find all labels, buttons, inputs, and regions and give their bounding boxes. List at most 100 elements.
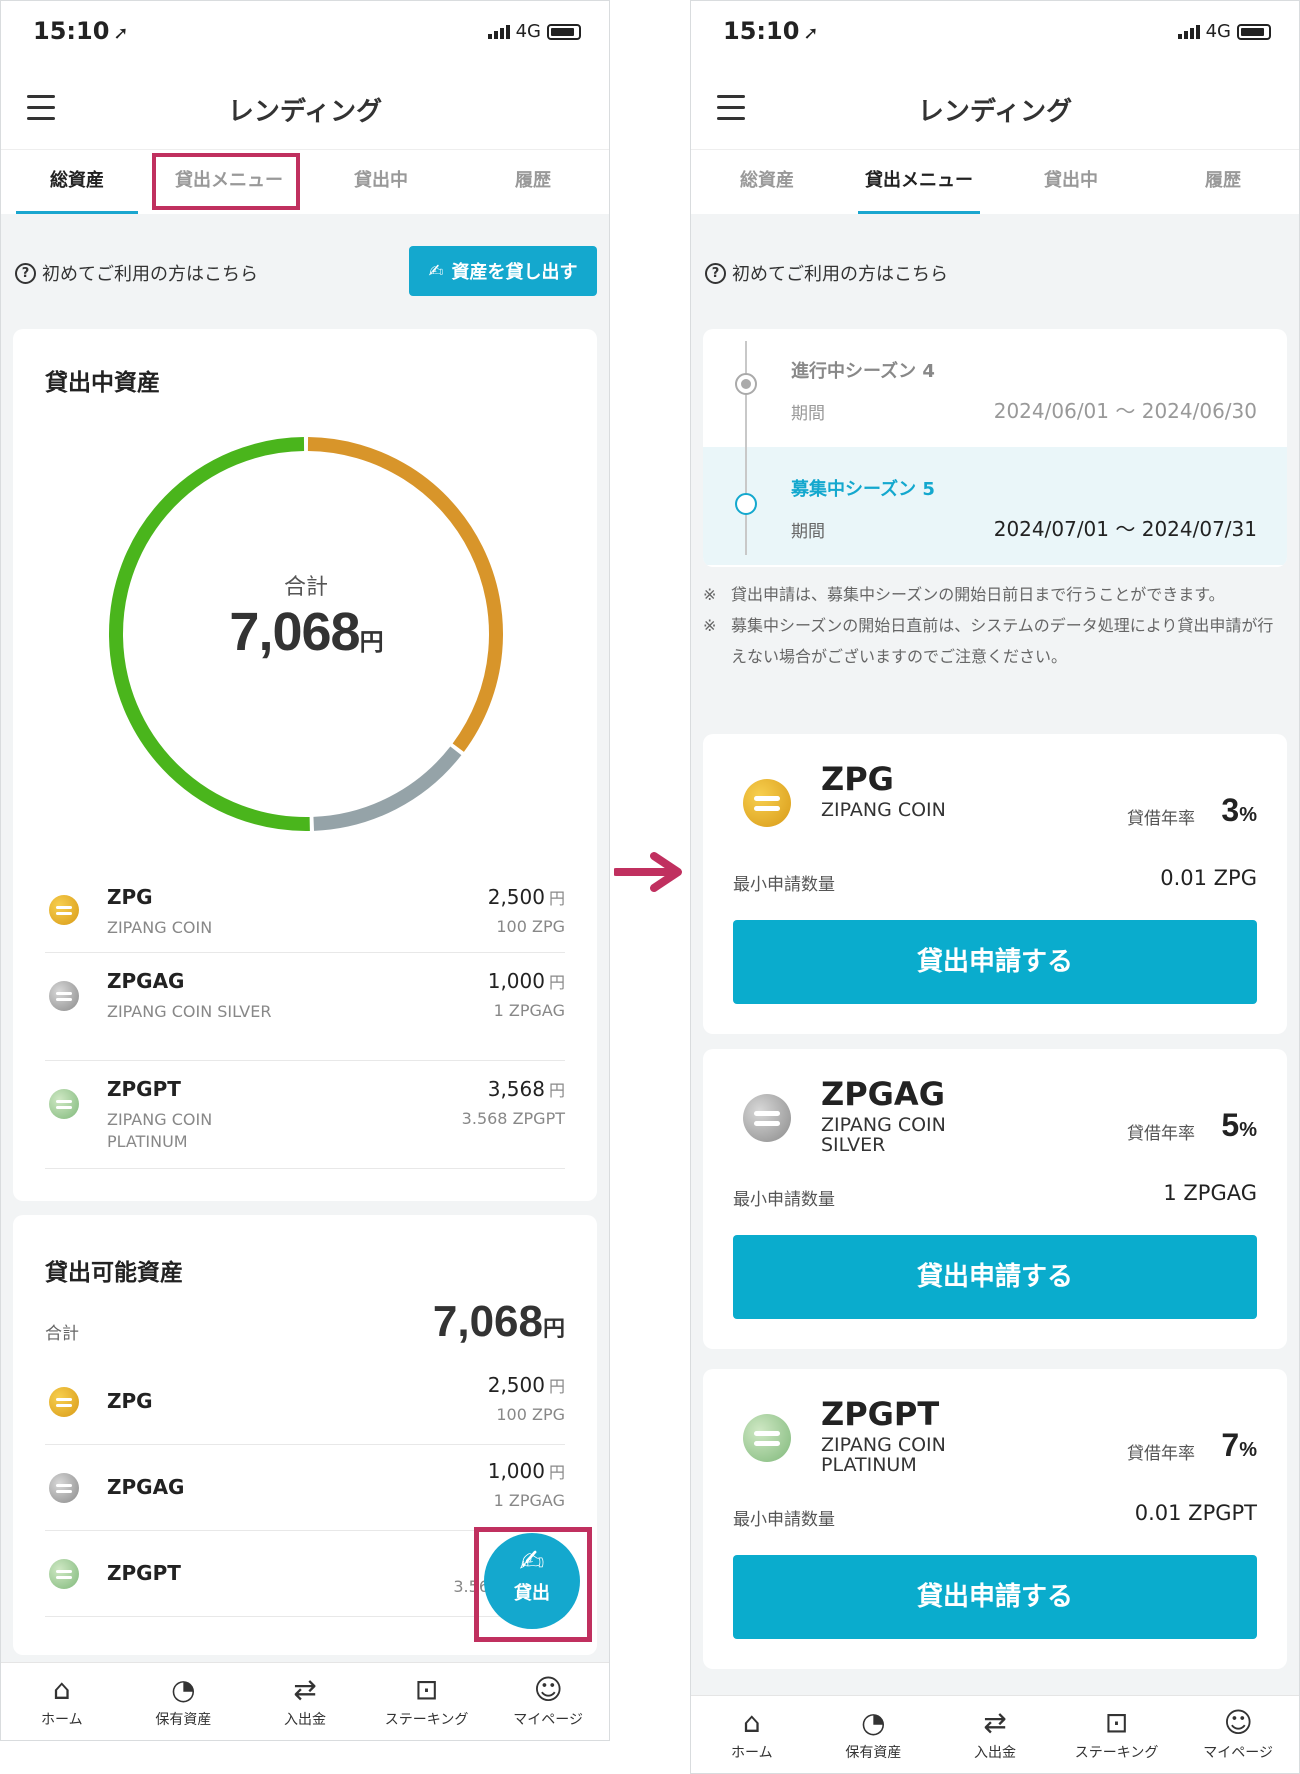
- rate-unit: %: [1239, 1439, 1257, 1461]
- staking-icon: ⊡: [1104, 1706, 1129, 1739]
- tab-lending-active[interactable]: 貸出中: [305, 150, 457, 214]
- bottom-nav: ⌂ ホーム ◔ 保有資産 ⇄ 入出金 ⊡ ステーキング ☺ マイページ: [1, 1662, 609, 1740]
- tab-bar: 総資産 貸出メニュー 貸出中 履歴: [691, 149, 1299, 214]
- note-mark: ※: [703, 585, 717, 604]
- lending-donut-chart: 合計 7,068円: [101, 429, 511, 839]
- home-icon: ⌂: [742, 1706, 761, 1739]
- min-qty-value: 1 ZPGAG: [1163, 1181, 1257, 1205]
- fab-label: 貸出: [514, 1583, 550, 1604]
- zpgag-coin-icon: [49, 981, 79, 1011]
- nav-deposit-withdraw[interactable]: ⇄ 入出金: [244, 1663, 366, 1740]
- first-time-help-link[interactable]: ? 初めてご利用の方はこちら: [705, 260, 948, 286]
- asset-symbol: ZPGPT: [107, 1077, 181, 1101]
- asset-yen-unit: 円: [548, 973, 565, 992]
- season-ongoing: 進行中シーズン 4 期間 2024/06/01 〜 2024/06/30: [703, 329, 1287, 447]
- season-period-label: 期間: [791, 404, 825, 424]
- tab-lending-active[interactable]: 貸出中: [995, 150, 1147, 214]
- battery-icon: [1237, 23, 1271, 40]
- apply-lend-button[interactable]: 貸出申請する: [733, 1235, 1257, 1319]
- lend-hand-icon: ✍: [519, 1544, 545, 1579]
- left-phone-screen: 15:10 ➚ 4G レンディング 総資産 貸出メニュー 貸出中 履歴 ? 初めて…: [0, 0, 610, 1741]
- transition-arrow-icon: [614, 852, 682, 892]
- notes: ※ 貸出申請は、募集中シーズンの開始日前日まで行うことができます。 ※ 募集中シーズ…: [703, 579, 1283, 672]
- product-symbol: ZPGPT: [821, 1395, 940, 1433]
- nav-label: ステーキング: [384, 1712, 469, 1728]
- first-time-help-link[interactable]: ? 初めてご利用の方はこちら: [15, 260, 258, 286]
- lend-assets-button[interactable]: ✍ 資産を貸し出す: [409, 246, 597, 296]
- user-icon: ☺: [533, 1673, 563, 1706]
- donut-slice-zpgag: [313, 746, 462, 831]
- zpgag-coin-icon: [743, 1094, 791, 1142]
- note-text: 貸出申請は、募集中シーズンの開始日前日まで行うことができます。: [731, 585, 1225, 604]
- asset-qty: 100 ZPG: [496, 917, 565, 936]
- min-qty-value: 0.01 ZPGPT: [1134, 1501, 1257, 1525]
- asset-yen-unit: 円: [548, 1377, 565, 1396]
- question-icon: ?: [705, 262, 726, 284]
- zpgag-coin-icon: [49, 1473, 79, 1503]
- asset-qty: 100 ZPG: [496, 1405, 565, 1424]
- asset-yen-unit: 円: [548, 889, 565, 908]
- season-period: 2024/07/01 〜 2024/07/31: [993, 517, 1257, 541]
- nav-deposit-withdraw[interactable]: ⇄ 入出金: [934, 1696, 1056, 1773]
- nav-home[interactable]: ⌂ ホーム: [1, 1663, 123, 1740]
- nav-holdings[interactable]: ◔ 保有資産: [123, 1663, 245, 1740]
- asset-symbol: ZPG: [107, 885, 153, 909]
- right-phone-screen: 15:10 ➚ 4G レンディング 総資産 貸出メニュー 貸出中 履歴 ? 初めて…: [690, 0, 1300, 1774]
- season-name: 募集中シーズン 5: [791, 479, 935, 500]
- product-card-zpg: ZPG ZIPANG COIN 貸借年率 3% 最小申請数量 0.01 ZPG …: [703, 734, 1287, 1034]
- nav-mypage[interactable]: ☺ マイページ: [1177, 1696, 1299, 1773]
- nav-mypage[interactable]: ☺ マイページ: [487, 1663, 609, 1740]
- rate-label: 貸借年率: [1127, 1444, 1195, 1464]
- nav-label: ホーム: [731, 1745, 773, 1761]
- status-time: 15:10: [723, 17, 800, 45]
- donut-total-value: 7,068: [229, 602, 360, 662]
- apply-lend-button[interactable]: 貸出申請する: [733, 920, 1257, 1004]
- rate-label: 貸借年率: [1127, 1124, 1195, 1144]
- season-period-label: 期間: [791, 522, 825, 542]
- rate-unit: %: [1239, 1119, 1257, 1141]
- tab-total-assets[interactable]: 総資産: [1, 150, 153, 214]
- asset-qty: 1 ZPGAG: [493, 1491, 565, 1510]
- min-qty-label: 最小申請数量: [733, 875, 835, 895]
- list-item: ZPGAG 1,000 円 1 ZPGAG: [45, 1445, 565, 1531]
- tab-lending-menu[interactable]: 貸出メニュー: [843, 150, 995, 214]
- lend-assets-label: 資産を貸し出す: [451, 262, 578, 283]
- battery-icon: [547, 23, 581, 40]
- tab-history[interactable]: 履歴: [1147, 150, 1299, 214]
- min-qty-label: 最小申請数量: [733, 1190, 835, 1210]
- timeline-dot-recruiting: [735, 493, 757, 515]
- tab-history[interactable]: 履歴: [457, 150, 609, 214]
- status-bar: 15:10 ➚ 4G: [1, 1, 609, 69]
- nav-label: 入出金: [973, 1745, 1016, 1761]
- signal-icon: [1177, 24, 1200, 39]
- nav-holdings[interactable]: ◔ 保有資産: [813, 1696, 935, 1773]
- rate-unit: %: [1239, 804, 1257, 826]
- asset-yen-unit: 円: [548, 1081, 565, 1100]
- product-symbol: ZPG: [821, 760, 894, 798]
- asset-yen: 1,000: [487, 969, 545, 993]
- available-total-value: 7,068: [432, 1297, 543, 1346]
- available-total-unit: 円: [542, 1316, 565, 1341]
- asset-name: ZIPANG COIN SILVER: [107, 1002, 272, 1021]
- list-item: ZPG ZIPANG COIN 2,500 円 100 ZPG: [45, 877, 565, 953]
- rate-value: 7: [1221, 1427, 1240, 1463]
- staking-icon: ⊡: [414, 1673, 439, 1706]
- nav-label: マイページ: [1203, 1745, 1274, 1761]
- nav-home[interactable]: ⌂ ホーム: [691, 1696, 813, 1773]
- help-row: ? 初めてご利用の方はこちら ✍ 資産を貸し出す: [13, 246, 597, 296]
- asset-symbol: ZPG: [107, 1389, 153, 1413]
- asset-yen: 1,000: [487, 1459, 545, 1483]
- pie-chart-icon: ◔: [171, 1673, 196, 1706]
- lend-fab-button[interactable]: ✍ 貸出: [484, 1533, 580, 1629]
- rate-value: 3: [1221, 792, 1240, 828]
- app-header: レンディング: [691, 69, 1299, 149]
- season-timeline: 進行中シーズン 4 期間 2024/06/01 〜 2024/06/30 募集中…: [703, 329, 1287, 567]
- transfer-icon: ⇄: [983, 1706, 1007, 1739]
- tab-bar: 総資産 貸出メニュー 貸出中 履歴: [1, 149, 609, 214]
- nav-staking[interactable]: ⊡ ステーキング: [1056, 1696, 1178, 1773]
- timeline-dot-ongoing: [735, 373, 757, 395]
- asset-symbol: ZPGAG: [107, 969, 185, 993]
- apply-lend-button[interactable]: 貸出申請する: [733, 1555, 1257, 1639]
- nav-staking[interactable]: ⊡ ステーキング: [366, 1663, 488, 1740]
- tab-total-assets[interactable]: 総資産: [691, 150, 843, 214]
